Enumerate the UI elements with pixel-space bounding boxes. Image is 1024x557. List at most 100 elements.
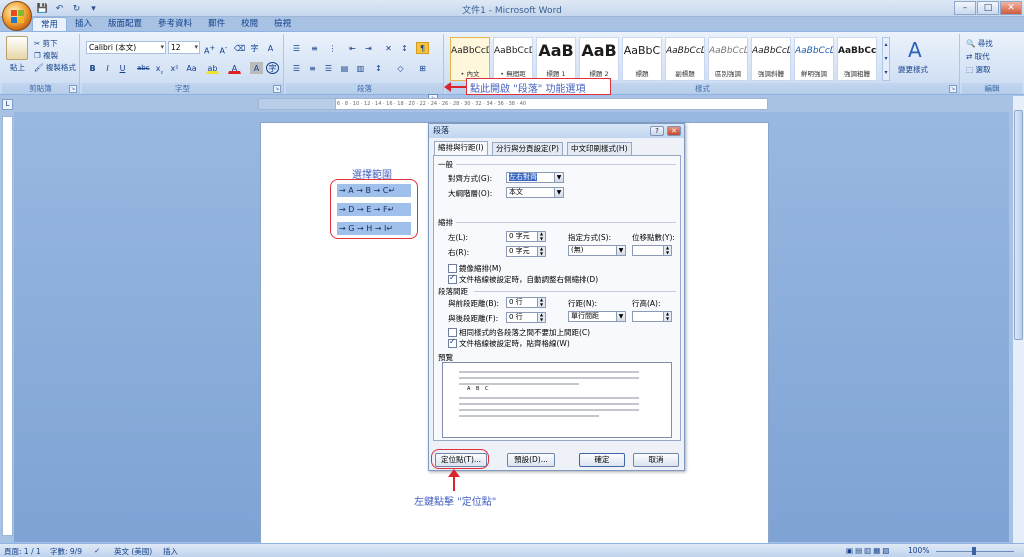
style-emphasis[interactable]: AaBbCcD 強調斜體 <box>751 37 791 81</box>
bullets-icon[interactable]: ☰ <box>290 42 303 54</box>
tab-insert[interactable]: 插入 <box>67 17 100 32</box>
borders-icon[interactable]: ⊞ <box>416 62 429 74</box>
maximize-button[interactable]: □ <box>977 1 999 15</box>
tab-indents-spacing[interactable]: 縮排與行距(I) <box>434 141 488 156</box>
tab-selector-icon[interactable]: L <box>2 99 13 110</box>
numbering-icon[interactable]: ≡ <box>308 42 321 54</box>
change-styles-icon[interactable]: A <box>908 38 922 62</box>
style-intense-emphasis[interactable]: AaBbCcD 鮮明強調 <box>794 37 834 81</box>
justify-icon[interactable]: ▤ <box>338 62 351 74</box>
vertical-scrollbar[interactable] <box>1012 96 1024 544</box>
redo-icon[interactable]: ↻ <box>70 3 83 15</box>
style-strong[interactable]: AaBbCcD 強調粗體 <box>837 37 877 81</box>
show-marks-icon[interactable]: ¶ <box>416 42 429 54</box>
spinner-arrows-icon[interactable]: ▲ ▼ <box>537 297 545 307</box>
ok-button[interactable]: 確定 <box>579 453 625 467</box>
line-spacing-select[interactable]: 單行間距 ▼ <box>568 311 626 322</box>
subscript-icon[interactable]: x₂ <box>153 62 166 76</box>
language-indicator[interactable]: 英文 (美國) <box>114 546 152 557</box>
styles-scroll-icon[interactable]: ▴ ▾ ▾ <box>882 37 890 81</box>
char-shading-icon[interactable]: A <box>250 62 263 74</box>
align-center-icon[interactable]: ≡ <box>306 62 319 74</box>
tab-home[interactable]: 常用 <box>32 17 68 32</box>
proofing-icon[interactable]: ✓ <box>94 546 100 555</box>
tab-references[interactable]: 參考資料 <box>150 17 200 32</box>
bold-icon[interactable]: B <box>86 62 99 74</box>
clipboard-launcher[interactable]: ↘ <box>69 85 77 93</box>
view-buttons-icon[interactable]: ▣▤▥▦▧ <box>846 546 891 555</box>
spinner-arrows-icon[interactable]: ▲ ▼ <box>663 245 671 255</box>
tab-review[interactable]: 校閱 <box>233 17 266 32</box>
align-right-icon[interactable]: ☰ <box>322 62 335 74</box>
replace-button[interactable]: ⇄ 取代 <box>966 51 990 62</box>
superscript-icon[interactable]: x² <box>168 62 181 74</box>
font-launcher[interactable]: ↘ <box>273 85 281 93</box>
no-space-same-style-checkbox[interactable]: 相同樣式的各段落之間不要加上間距(C) <box>448 327 590 338</box>
distribute-icon[interactable]: ▥ <box>354 62 367 74</box>
left-indent-spinner[interactable]: 0 字元 ▲ ▼ <box>506 231 546 242</box>
shading-icon[interactable]: ◇ <box>394 62 407 74</box>
sort-icon[interactable]: ↕ <box>398 42 411 54</box>
outline-level-select[interactable]: 本文 ▼ <box>506 187 564 198</box>
close-window-button[interactable]: ✕ <box>1000 1 1022 15</box>
spinner-arrows-icon[interactable]: ▲ ▼ <box>537 312 545 322</box>
mirror-indents-checkbox[interactable]: 鏡像縮排(M) <box>448 263 501 274</box>
spacing-before-spinner[interactable]: 0 行 ▲ ▼ <box>506 297 546 308</box>
zoom-slider-thumb[interactable] <box>972 547 976 555</box>
style-heading-1[interactable]: AaB 標題 1 <box>536 37 576 81</box>
word-count[interactable]: 字數: 9/9 <box>50 546 82 557</box>
style-subtle-emphasis[interactable]: AaBbCcD 區別強調 <box>708 37 748 81</box>
increase-indent-icon[interactable]: ⇥ <box>362 42 375 54</box>
vertical-ruler[interactable] <box>2 116 13 536</box>
auto-adjust-indent-checkbox[interactable]: 文件格線被設定時，自動調整右側縮排(D) <box>448 273 598 285</box>
tab-line-page-breaks[interactable]: 分行與分頁設定(P) <box>492 142 563 155</box>
save-icon[interactable]: 💾 <box>36 3 49 15</box>
spinner-arrows-icon[interactable]: ▲ ▼ <box>537 231 545 241</box>
office-button[interactable] <box>2 1 32 31</box>
multilevel-list-icon[interactable]: ⋮ <box>326 42 339 54</box>
phonetic-guide-icon[interactable]: 字 <box>248 42 261 54</box>
styles-launcher[interactable]: ↘ <box>949 85 957 93</box>
copy-button[interactable]: ❐ 複製 <box>34 50 58 61</box>
line-spacing-icon[interactable]: ↕ <box>372 62 385 74</box>
alignment-select[interactable]: 左右對齊 ▼ <box>506 172 564 183</box>
insert-mode[interactable]: 插入 <box>163 546 178 557</box>
spacing-after-spinner[interactable]: 0 行 ▲ ▼ <box>506 312 546 323</box>
zoom-level[interactable]: 100% <box>908 546 929 555</box>
italic-icon[interactable]: I <box>101 62 114 74</box>
snap-to-grid-checkbox[interactable]: 文件格線被設定時，貼齊格線(W) <box>448 337 570 349</box>
underline-icon[interactable]: U <box>116 62 129 74</box>
tab-asian-typography[interactable]: 中文印刷樣式(H) <box>567 142 632 155</box>
page-indicator[interactable]: 頁面: 1 / 1 <box>4 546 41 557</box>
shrink-font-icon[interactable]: A- <box>217 42 230 56</box>
default-button[interactable]: 預設(D)... <box>507 453 555 467</box>
paste-icon[interactable] <box>6 36 28 60</box>
highlight-icon[interactable]: ab <box>206 62 219 74</box>
cut-button[interactable]: ✂ 剪下 <box>34 38 58 49</box>
asian-layout-icon[interactable]: ✕ <box>382 42 395 54</box>
style-title[interactable]: AaBbC 標題 <box>622 37 662 81</box>
undo-icon[interactable]: ↶ <box>53 3 66 15</box>
tab-view[interactable]: 檢視 <box>266 17 299 32</box>
decrease-indent-icon[interactable]: ⇤ <box>346 42 359 54</box>
style-subtitle[interactable]: AaBbCcD 副標題 <box>665 37 705 81</box>
style-no-spacing[interactable]: AaBbCcD • 無間距 <box>493 37 533 81</box>
enclose-char-icon[interactable]: 字 <box>266 62 279 74</box>
clear-format-icon[interactable]: ⌫ <box>233 42 246 54</box>
font-color-icon[interactable]: A <box>228 62 241 74</box>
paste-button[interactable]: 貼上 <box>10 62 25 73</box>
customize-qat-icon[interactable]: ▾ <box>87 3 100 15</box>
spinner-arrows-icon[interactable]: ▲ ▼ <box>537 246 545 256</box>
select-button[interactable]: ⬚ 選取 <box>966 64 990 75</box>
strikethrough-icon[interactable]: abc <box>136 62 150 74</box>
indent-by-spinner[interactable]: ▲ ▼ <box>632 245 672 256</box>
spinner-arrows-icon[interactable]: ▲ ▼ <box>663 311 671 321</box>
style-normal[interactable]: AaBbCcD • 內文 <box>450 37 490 81</box>
dialog-close-button[interactable]: ✕ <box>667 126 681 136</box>
tab-page-layout[interactable]: 版面配置 <box>100 17 150 32</box>
right-indent-spinner[interactable]: 0 字元 ▲ ▼ <box>506 246 546 257</box>
format-painter-button[interactable]: 🖌 複製格式 <box>34 62 76 73</box>
align-left-icon[interactable]: ☰ <box>290 62 303 74</box>
scrollbar-thumb[interactable] <box>1014 110 1023 340</box>
font-size-combo[interactable]: 12 <box>168 41 200 54</box>
